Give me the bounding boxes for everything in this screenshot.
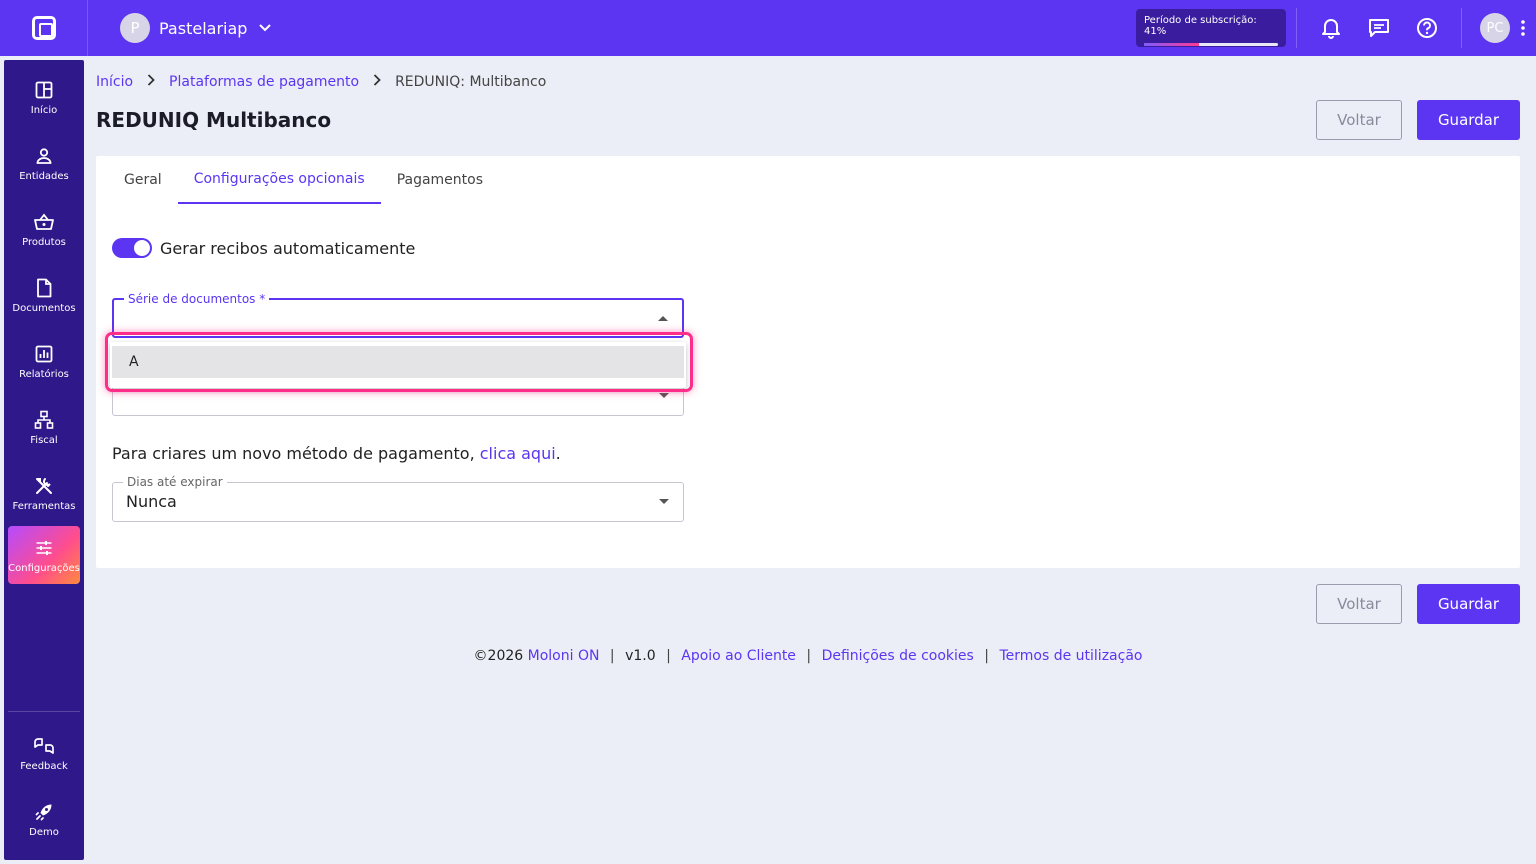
sidebar: Início Entidades Produtos Documentos Rel… xyxy=(4,60,84,860)
company-selector[interactable]: P Pastelariap xyxy=(120,13,272,43)
caret-down-icon xyxy=(659,499,669,504)
logo-icon xyxy=(31,16,56,40)
footer-version: v1.0 xyxy=(625,648,656,664)
footer-divider: | xyxy=(609,648,615,664)
chat-icon xyxy=(1369,19,1389,37)
subscription-period[interactable]: Período de subscrição: 41% xyxy=(1136,9,1286,47)
sidebar-item-label: Documentos xyxy=(12,302,76,314)
sidebar-item-configuracoes[interactable]: Configurações xyxy=(8,526,80,584)
divider xyxy=(1296,8,1297,48)
more-options-icon[interactable] xyxy=(1510,9,1536,47)
company-name: Pastelariap xyxy=(159,18,248,38)
sidebar-item-produtos[interactable]: Produtos xyxy=(8,200,80,258)
fiscal-icon xyxy=(34,409,54,431)
footer-divider: | xyxy=(666,648,671,664)
back-button[interactable]: Voltar xyxy=(1316,100,1402,140)
footer-copyright: ©2026 xyxy=(473,648,524,664)
sidebar-item-demo[interactable]: Demo xyxy=(8,790,80,848)
sidebar-item-fiscal[interactable]: Fiscal xyxy=(8,398,80,456)
footer-cookies-link[interactable]: Definições de cookies xyxy=(822,648,974,664)
tab-configuracoes-opcionais[interactable]: Configurações opcionais xyxy=(177,156,381,204)
expiry-days-value: Nunca xyxy=(126,492,177,511)
info-text-end: . xyxy=(555,444,561,463)
chevron-right-icon xyxy=(373,74,381,90)
breadcrumb-parent-link[interactable]: Plataformas de pagamento xyxy=(169,74,359,90)
chevron-down-icon xyxy=(259,21,272,35)
page-title: REDUNIQ Multibanco xyxy=(96,108,332,132)
sidebar-item-relatorios[interactable]: Relatórios xyxy=(8,332,80,390)
help-button[interactable] xyxy=(1408,9,1446,47)
footer-brand-link[interactable]: Moloni ON xyxy=(528,648,600,664)
subscription-label: Período de subscrição: 41% xyxy=(1144,15,1257,37)
messages-button[interactable] xyxy=(1360,9,1398,47)
sidebar-item-label: Feedback xyxy=(20,760,68,772)
divider xyxy=(1461,8,1462,48)
sidebar-item-documentos[interactable]: Documentos xyxy=(8,266,80,324)
company-avatar: P xyxy=(120,13,150,43)
auto-receipts-toggle[interactable] xyxy=(112,238,152,258)
footer: ©2026 Moloni ON | v1.0 | Apoio ao Client… xyxy=(0,648,1536,664)
tools-icon xyxy=(34,475,54,497)
save-button[interactable]: Guardar xyxy=(1417,100,1520,140)
info-text: Para criares um novo método de pagamento… xyxy=(112,444,561,463)
breadcrumb: Início Plataformas de pagamento REDUNIQ:… xyxy=(96,74,546,90)
document-icon xyxy=(36,277,52,299)
caret-up-icon xyxy=(658,316,668,321)
document-series-select[interactable]: Série de documentos * xyxy=(112,292,684,338)
bell-icon xyxy=(1322,19,1340,39)
save-button-bottom[interactable]: Guardar xyxy=(1417,584,1520,624)
footer-divider: | xyxy=(984,648,990,664)
report-icon xyxy=(35,343,53,365)
sliders-icon xyxy=(35,537,53,559)
caret-down-icon xyxy=(659,393,669,398)
sidebar-item-label: Entidades xyxy=(19,170,69,182)
sidebar-item-label: Relatórios xyxy=(19,368,69,380)
app-logo[interactable] xyxy=(0,0,88,56)
chevron-right-icon xyxy=(147,74,155,90)
tab-geral[interactable]: Geral xyxy=(108,156,178,204)
tab-bar: Geral Configurações opcionais Pagamentos xyxy=(108,156,499,204)
dropdown-option[interactable]: A xyxy=(112,346,684,378)
breadcrumb-current: REDUNIQ: Multibanco xyxy=(395,74,547,90)
breadcrumb-home-link[interactable]: Início xyxy=(96,74,133,90)
footer-divider: | xyxy=(806,648,812,664)
top-bar: P Pastelariap Período de subscrição: 41%… xyxy=(0,0,1536,56)
help-icon xyxy=(1417,18,1437,38)
sidebar-item-label: Ferramentas xyxy=(12,500,76,512)
sidebar-item-inicio[interactable]: Início xyxy=(8,68,80,126)
toggle-knob xyxy=(134,240,150,256)
info-text-body: Para criares um novo método de pagamento… xyxy=(112,444,480,463)
sidebar-item-label: Configurações xyxy=(8,562,80,574)
sidebar-item-entidades[interactable]: Entidades xyxy=(8,134,80,192)
subscription-progress-bar xyxy=(1144,43,1278,46)
sidebar-item-label: Produtos xyxy=(22,236,66,248)
document-series-label: Série de documentos * xyxy=(124,292,270,306)
expiry-days-select[interactable]: Dias até expirar Nunca xyxy=(112,475,684,522)
auto-receipts-row: Gerar recibos automaticamente xyxy=(112,238,415,258)
footer-terms-link[interactable]: Termos de utilização xyxy=(999,648,1142,664)
dashboard-icon xyxy=(35,79,53,101)
back-button-bottom[interactable]: Voltar xyxy=(1316,584,1402,624)
sidebar-item-feedback[interactable]: Feedback xyxy=(8,724,80,782)
auto-receipts-label: Gerar recibos automaticamente xyxy=(160,238,416,258)
sidebar-item-ferramentas[interactable]: Ferramentas xyxy=(8,464,80,522)
document-series-dropdown: A xyxy=(110,342,686,388)
tab-pagamentos[interactable]: Pagamentos xyxy=(381,156,499,204)
sidebar-item-label: Demo xyxy=(29,826,59,838)
create-payment-method-link[interactable]: clica aqui xyxy=(480,444,556,463)
rocket-icon xyxy=(35,801,53,823)
subscription-progress-fill xyxy=(1144,43,1199,46)
sidebar-divider xyxy=(8,711,80,712)
sidebar-item-label: Início xyxy=(30,104,58,116)
sidebar-item-label: Fiscal xyxy=(30,434,58,446)
user-avatar[interactable]: PC xyxy=(1480,13,1510,43)
feedback-icon xyxy=(33,735,55,757)
expiry-days-label: Dias até expirar xyxy=(123,475,227,489)
notifications-button[interactable] xyxy=(1312,9,1350,47)
person-icon xyxy=(35,145,53,167)
basket-icon xyxy=(34,211,54,233)
footer-support-link[interactable]: Apoio ao Cliente xyxy=(681,648,796,664)
